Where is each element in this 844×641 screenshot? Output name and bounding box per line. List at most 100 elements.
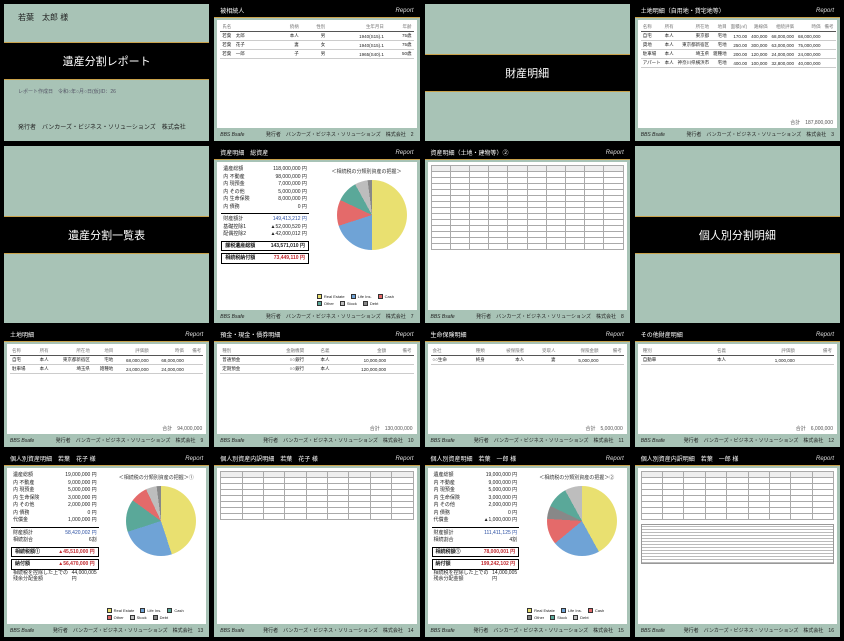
- cell: [186, 356, 203, 365]
- product-name: BBS Bsafe: [220, 438, 244, 444]
- cell: 本人: [487, 356, 526, 365]
- person-detail-grid: [220, 471, 413, 520]
- cell: [823, 59, 836, 68]
- footer-note: 相続税を控除した上での残余分配金額14,000,005 円: [432, 570, 520, 584]
- col-header: 種別: [220, 347, 263, 356]
- slide-title: 資産明細 総資産: [220, 148, 268, 157]
- deduction-row: 配偶控除2▲42,000,012 円: [221, 231, 309, 239]
- product-name: BBS Bsafe: [641, 438, 665, 444]
- report-logo: Report: [816, 332, 834, 338]
- summary-row: 内 現預金5,000,000 円: [11, 487, 99, 495]
- legend-item: Stock: [550, 615, 567, 620]
- slide-title: その他財産明細: [641, 330, 683, 339]
- col-header: 備考: [600, 347, 623, 356]
- section-title: 遺産分割一覧表: [4, 216, 209, 254]
- col-header: 所在地: [676, 23, 712, 32]
- taxable-amount: 課税遺産総額143,571,010 円: [221, 241, 309, 252]
- cell: 妻: [274, 41, 301, 50]
- pie-chart: [547, 486, 617, 556]
- report-slide: 生命保険明細Report会社種類被保険者受取人保険金額備考○○生命終身本人妻5,…: [424, 327, 631, 448]
- legend-label: Other: [324, 301, 334, 306]
- col-header: 時価: [796, 23, 823, 32]
- product-name: BBS Bsafe: [10, 438, 34, 444]
- cell: 本人: [33, 365, 50, 374]
- slide-title: 土地明細: [10, 330, 34, 339]
- slide-footer: BBS Bsafe発行者 バンカーズ・ビジネス・ソリューションズ 株式会社 12: [635, 436, 840, 447]
- legend-label: Cash: [385, 294, 394, 299]
- col-header: 金額: [331, 347, 388, 356]
- legend-swatch: [588, 608, 593, 613]
- cell: 若葉 花子: [220, 41, 274, 50]
- table-row: アパート本人神奈川県横浜市宅地400.00100,00032,800,00040…: [641, 59, 836, 68]
- slide-title: 個人別資産明細 若葉 花子 様: [10, 454, 96, 463]
- legend-item: Life Ins.: [140, 608, 161, 613]
- table-row: 若葉 一郎子男1965(S40).150歳: [220, 50, 413, 59]
- cell: 68,000,000: [151, 356, 186, 365]
- footer-issuer: 発行者 バンカーズ・ビジネス・ソリューションズ 株式会社 2: [266, 131, 414, 138]
- table-total: 合計 5,000,000: [586, 425, 623, 432]
- slide-body: 遺産総額19,000,000 円内 不動産9,000,000 円内 現預金5,0…: [7, 468, 206, 624]
- report-logo: Report: [606, 332, 624, 338]
- report-slide: 被相続人Report氏名続柄性別生年月日年齢若葉 太郎本人男1940(S15).…: [213, 3, 420, 142]
- cell: 1965(S40).1: [327, 50, 386, 59]
- cell: 若葉 一郎: [220, 50, 274, 59]
- slide-title: 個人別資産明細 若葉 一郎 様: [431, 454, 517, 463]
- data-table: 種別名義評価額備考自動車本人1,000,000: [641, 347, 834, 365]
- summary-block: 遺産総額118,000,000 円内 不動産98,000,000 円内 現預金7…: [221, 166, 309, 264]
- col-header: 備考: [823, 23, 836, 32]
- table-row: 貸地本人東京都新宿区宅地250.00300,00063,000,00075,00…: [641, 41, 836, 50]
- slide-body: 種別名義評価額備考自動車本人1,000,000合計 6,000,000: [638, 344, 837, 434]
- report-slide: 個人別資産内訳明細 若葉 花子 様Report BBS Bsafe発行者 バンカ…: [213, 451, 420, 638]
- cell: [823, 41, 836, 50]
- legend-item: Other: [317, 301, 334, 306]
- footer-issuer: 発行者 バンカーズ・ビジネス・ソリューションズ 株式会社 13: [53, 627, 203, 634]
- slide-header: 個人別資産内訳明細 若葉 一郎 様Report: [635, 452, 840, 466]
- dense-asset-grid: [431, 165, 624, 250]
- legend-label: Stock: [557, 615, 567, 620]
- col-header: 所在地: [51, 347, 92, 356]
- table-total: 合計 187,800,000: [790, 119, 833, 126]
- pie-chart: [126, 486, 196, 556]
- legend-swatch: [153, 615, 158, 620]
- issuer-line: 発行者 バンカーズ・ビジネス・ソリューションズ 株式会社: [18, 122, 186, 131]
- cell: [186, 365, 203, 374]
- slide-title: 被相続人: [220, 6, 244, 15]
- report-logo: Report: [395, 332, 413, 338]
- cell: 本人: [306, 356, 331, 365]
- table-total: 合計 94,000,000: [162, 425, 202, 432]
- cell: 120,000,000: [331, 365, 388, 374]
- table-total: 合計 130,000,000: [370, 425, 413, 432]
- cell: 50歳: [386, 50, 414, 59]
- report-logo: Report: [606, 456, 624, 462]
- legend-item: Life Ins.: [561, 608, 582, 613]
- cell: 120,000: [749, 50, 769, 59]
- inheritance-ratio: 相続割合4割: [432, 537, 520, 545]
- boxed-amount: 相続税額①78,000,001 円: [432, 547, 520, 558]
- product-name: BBS Bsafe: [10, 628, 34, 634]
- cell: 本人: [663, 59, 676, 68]
- report-logo: Report: [395, 456, 413, 462]
- cell: 埼玉県: [676, 50, 712, 59]
- section-title-slide: 財産明細: [424, 3, 631, 142]
- cell: 東京都: [676, 32, 712, 41]
- slide-footer: BBS Bsafe発行者 バンカーズ・ビジネス・ソリューションズ 株式会社 15: [425, 626, 630, 637]
- cell: 雑種地: [711, 50, 729, 59]
- legend-item: Debt: [153, 615, 168, 620]
- legend-label: Debt: [370, 301, 378, 306]
- table-row: 若葉 太郎本人男1940(S15).175歳: [220, 32, 413, 41]
- table-row: 駐車場本人埼玉県雑種地24,000,00024,000,000: [10, 365, 203, 374]
- tax-amount: 相続税納付額73,449,110 円: [221, 253, 309, 264]
- slide-header: その他財産明細 Report: [635, 328, 840, 342]
- legend-swatch: [107, 608, 112, 613]
- cell: [823, 50, 836, 59]
- col-header: 受取人: [526, 347, 557, 356]
- slide-body: [217, 468, 416, 624]
- cell: ○○生命: [431, 356, 464, 365]
- cell: 75歳: [386, 32, 414, 41]
- net-assets: 財産額計149,413,212 円: [221, 216, 309, 224]
- legend-label: Life Ins.: [147, 608, 161, 613]
- legend-label: Life Ins.: [358, 294, 372, 299]
- cell: [600, 356, 623, 365]
- slide-header: 土地明細Report: [4, 328, 209, 342]
- cell: 自動車: [641, 356, 691, 365]
